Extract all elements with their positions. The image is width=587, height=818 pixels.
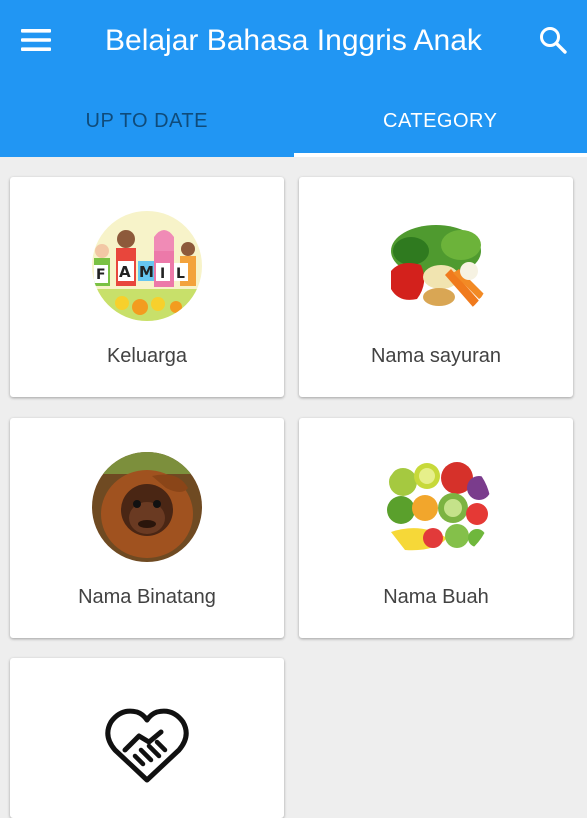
- svg-text:A: A: [119, 263, 131, 281]
- category-card-keluarga[interactable]: F A M I L Keluarga: [10, 177, 284, 397]
- category-card-handshake[interactable]: [10, 658, 284, 818]
- category-card-nama-binatang[interactable]: Nama Binatang: [10, 418, 284, 638]
- handshake-heart-icon: [105, 706, 189, 786]
- fruits-image: [381, 452, 491, 562]
- category-card-nama-sayuran[interactable]: Nama sayuran: [299, 177, 573, 397]
- tab-up-to-date[interactable]: UP TO DATE: [0, 96, 294, 157]
- menu-button[interactable]: [14, 20, 58, 60]
- svg-text:F: F: [96, 267, 106, 283]
- toolbar: Belajar Bahasa Inggris Anak: [0, 0, 587, 80]
- tab-bar: UP TO DATE CATEGORY: [0, 96, 587, 157]
- category-label: Nama Buah: [299, 586, 573, 609]
- app-bar: Belajar Bahasa Inggris Anak UP TO DATE C…: [0, 0, 587, 157]
- search-button[interactable]: [530, 18, 576, 62]
- tab-indicator: [294, 153, 587, 157]
- menu-icon: [20, 28, 52, 52]
- search-icon: [538, 25, 568, 55]
- category-label: Nama Binatang: [10, 586, 284, 609]
- family-image: F A M I L: [92, 211, 202, 321]
- category-label: Keluarga: [10, 345, 284, 368]
- svg-text:L: L: [176, 266, 185, 282]
- svg-text:I: I: [160, 266, 165, 282]
- tab-category[interactable]: CATEGORY: [294, 96, 587, 157]
- tab-label: UP TO DATE: [86, 110, 208, 133]
- orangutan-image: [92, 452, 202, 562]
- svg-text:M: M: [139, 263, 154, 281]
- app-title: Belajar Bahasa Inggris Anak: [105, 22, 515, 60]
- category-label: Nama sayuran: [299, 345, 573, 368]
- category-card-nama-buah[interactable]: Nama Buah: [299, 418, 573, 638]
- tab-label: CATEGORY: [383, 110, 497, 133]
- vegetables-image: [381, 211, 491, 321]
